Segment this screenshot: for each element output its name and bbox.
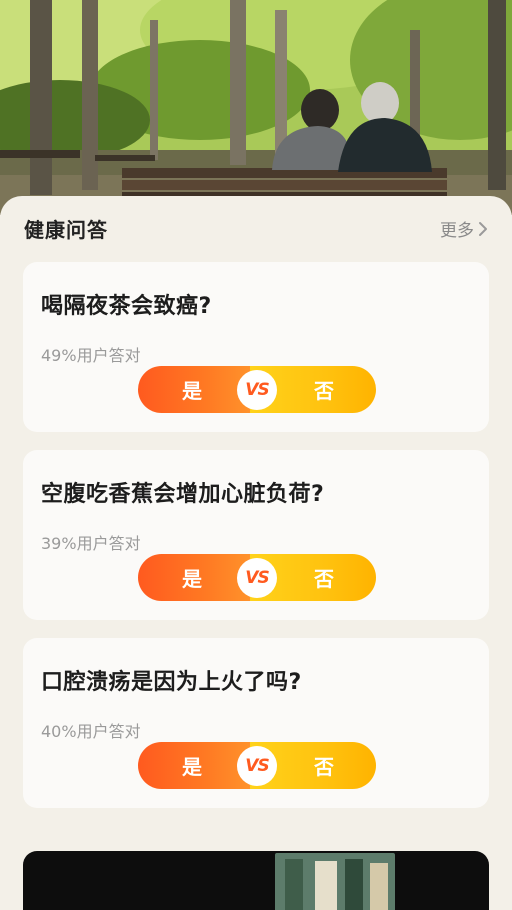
quiz-correct-rate: 39%用户答对 <box>41 534 141 553</box>
more-label: 更多 <box>440 221 474 241</box>
quiz-question: 空腹吃香蕉会增加心脏负荷? <box>41 482 325 507</box>
vs-badge: VS <box>237 370 277 410</box>
answer-yes-label: 是 <box>182 567 202 591</box>
answer-no-label: 否 <box>314 755 334 779</box>
health-qa-sheet: 健康问答 更多 喝隔夜茶会致癌? 49%用户答对 是 否 VS 空腹吃香蕉会增加… <box>0 196 512 910</box>
quiz-card: 口腔溃疡是因为上火了吗? 40%用户答对 是 否 VS <box>23 638 489 808</box>
vs-badge: VS <box>237 558 277 598</box>
answer-yes-label: 是 <box>182 379 202 403</box>
answer-no-label: 否 <box>314 379 334 403</box>
quiz-answer-group: 是 否 VS <box>138 366 376 413</box>
vs-badge: VS <box>237 746 277 786</box>
answer-yes-label: 是 <box>182 755 202 779</box>
hero-image-park-elderly-couple <box>0 0 512 215</box>
section-title: 健康问答 <box>24 218 108 242</box>
quiz-card: 空腹吃香蕉会增加心脏负荷? 39%用户答对 是 否 VS <box>23 450 489 620</box>
quiz-question: 喝隔夜茶会致癌? <box>41 294 212 319</box>
answer-no-label: 否 <box>314 567 334 591</box>
book-cover-image <box>275 853 395 910</box>
more-link[interactable]: 更多 <box>440 216 488 241</box>
quiz-answer-group: 是 否 VS <box>138 742 376 789</box>
quiz-correct-rate: 49%用户答对 <box>41 346 141 365</box>
chevron-right-icon <box>479 221 487 236</box>
quiz-correct-rate: 40%用户答对 <box>41 722 141 741</box>
quiz-card: 喝隔夜茶会致癌? 49%用户答对 是 否 VS <box>23 262 489 432</box>
promo-banner[interactable] <box>23 851 489 910</box>
quiz-answer-group: 是 否 VS <box>138 554 376 601</box>
hero-illustration <box>0 0 512 215</box>
quiz-question: 口腔溃疡是因为上火了吗? <box>41 670 302 695</box>
